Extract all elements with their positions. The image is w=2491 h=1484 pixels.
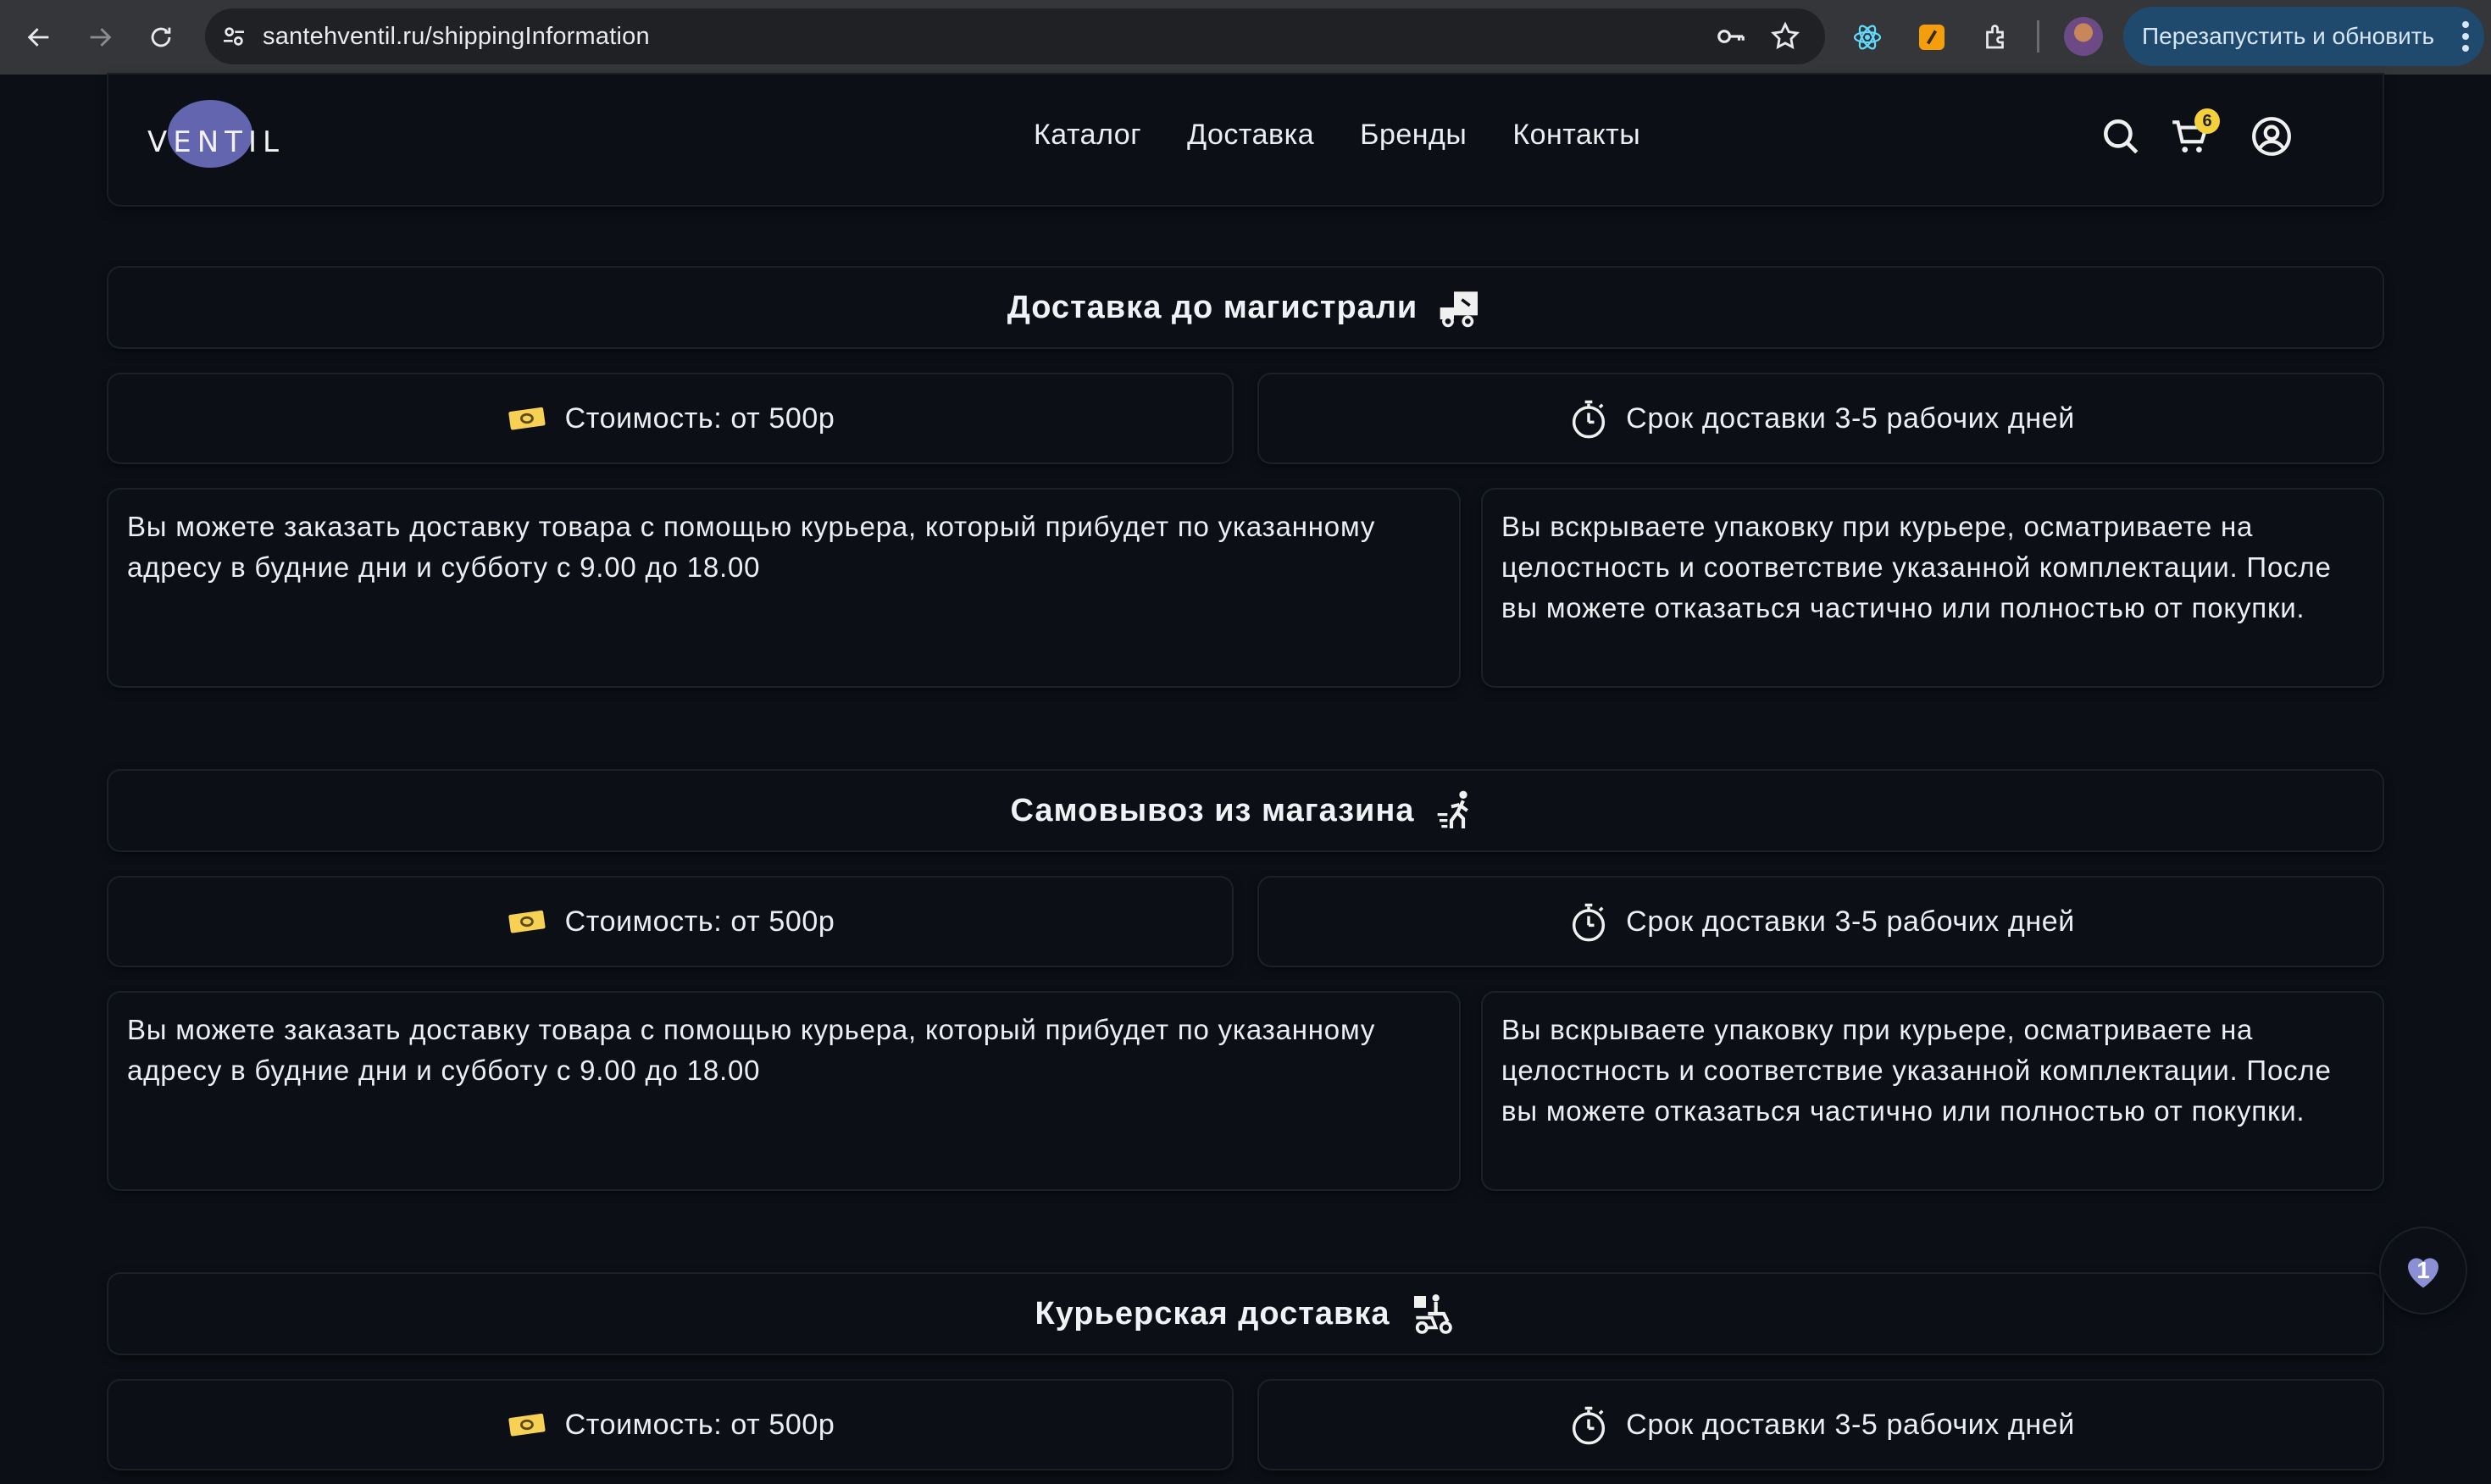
favorites-count: 1: [2416, 1257, 2430, 1283]
walking-person-icon: [1437, 790, 1468, 828]
arrow-left-icon: [27, 28, 49, 47]
arrow-right-icon: [90, 28, 112, 47]
term-text: Срок доставки 3-5 рабочих дней: [1626, 905, 2075, 938]
reload-icon: [151, 27, 171, 47]
description-card: Вы можете заказать доставку товара с пом…: [108, 993, 1459, 1189]
stopwatch-icon: [1573, 1406, 1606, 1445]
favorites-button[interactable]: 1: [2381, 1228, 2466, 1313]
section-title: Доставка до магистрали: [1007, 289, 1418, 325]
inspection-card: Вы вскрываете упаковку при курьере, осма…: [1483, 490, 2383, 686]
term-text: Срок доставки 3-5 рабочих дней: [1626, 1408, 2075, 1441]
cost-text: Стоимость: от 500р: [564, 905, 835, 938]
url-text[interactable]: santehventil.ru/shippingInformation: [263, 23, 650, 51]
money-icon: [508, 407, 546, 430]
cost-card: Стоимость: от 500р: [108, 878, 1232, 966]
section-title-card: Самовывоз из магазина: [108, 771, 2383, 850]
account-button[interactable]: [2250, 115, 2293, 158]
search-button[interactable]: [2100, 115, 2142, 158]
section-title-card: Курьерская доставка: [108, 1274, 2383, 1354]
money-icon: [508, 1413, 546, 1437]
main-nav: Каталог Доставка Бренды Контакты: [1034, 119, 1640, 152]
logo-text: VENTIL: [147, 125, 285, 159]
term-card: Срок доставки 3-5 рабочих дней: [1259, 1381, 2383, 1469]
inspection-text: Вы вскрываете упаковку при курьере, осма…: [1501, 1014, 2332, 1127]
restart-update-button[interactable]: Перезапустить и обновить: [2123, 7, 2484, 66]
stopwatch-icon: [1573, 903, 1606, 942]
description-text: Вы можете заказать доставку товара с пом…: [127, 1014, 1376, 1086]
cost-card: Стоимость: от 500р: [108, 1381, 1232, 1469]
cost-text: Стоимость: от 500р: [564, 1408, 835, 1441]
profile-avatar[interactable]: [2064, 17, 2103, 56]
search-icon: [2104, 119, 2139, 154]
user-circle-icon: [2252, 117, 2291, 156]
section-title: Самовывоз из магазина: [1010, 792, 1415, 828]
address-bar[interactable]: santehventil.ru/shippingInformation: [205, 8, 1825, 64]
term-text: Срок доставки 3-5 рабочих дней: [1626, 401, 2075, 435]
forward-button[interactable]: [75, 12, 125, 63]
update-label: Перезапустить и обновить: [2142, 23, 2435, 49]
nav-catalog[interactable]: Каталог: [1034, 119, 1141, 152]
extensions-puzzle-icon[interactable]: [1979, 20, 2013, 54]
site-settings-icon[interactable]: [217, 19, 251, 53]
stopwatch-icon: [1573, 400, 1606, 439]
description-card: Вы можете заказать доставку товара с пом…: [108, 490, 1459, 686]
money-icon: [508, 910, 546, 933]
section-title: Курьерская доставка: [1035, 1295, 1390, 1332]
extension-orange-icon[interactable]: [1915, 20, 1949, 54]
courier-scooter-icon: [1414, 1294, 1453, 1334]
term-card: Срок доставки 3-5 рабочих дней: [1259, 878, 2383, 966]
inspection-text: Вы вскрываете упаковку при курьере, осма…: [1501, 511, 2332, 623]
section-title-card: Доставка до магистрали: [108, 268, 2383, 347]
inspection-card: Вы вскрываете упаковку при курьере, осма…: [1483, 993, 2383, 1189]
back-button[interactable]: [14, 12, 64, 63]
cart-button[interactable]: 6: [2169, 108, 2220, 158]
bookmark-star-icon[interactable]: [1769, 20, 1801, 53]
site-logo[interactable]: VENTIL: [147, 100, 283, 168]
reload-button[interactable]: [136, 12, 186, 63]
react-devtools-icon[interactable]: [1850, 20, 1884, 54]
cost-card: Стоимость: от 500р: [108, 374, 1232, 462]
nav-delivery[interactable]: Доставка: [1187, 119, 1314, 152]
term-card: Срок доставки 3-5 рабочих дней: [1259, 374, 2383, 462]
key-icon[interactable]: [1715, 20, 1747, 53]
cart-count-badge: 6: [2194, 108, 2220, 134]
toolbar-divider: [2037, 20, 2039, 53]
more-vert-icon[interactable]: [2462, 19, 2469, 53]
nav-brands[interactable]: Бренды: [1360, 119, 1467, 152]
cost-text: Стоимость: от 500р: [564, 401, 835, 435]
description-text: Вы можете заказать доставку товара с пом…: [127, 511, 1376, 583]
nav-contacts[interactable]: Контакты: [1512, 119, 1640, 152]
site-header: VENTIL Каталог Доставка Бренды Контакты …: [108, 75, 2383, 205]
truck-box-icon: [1440, 291, 1479, 328]
